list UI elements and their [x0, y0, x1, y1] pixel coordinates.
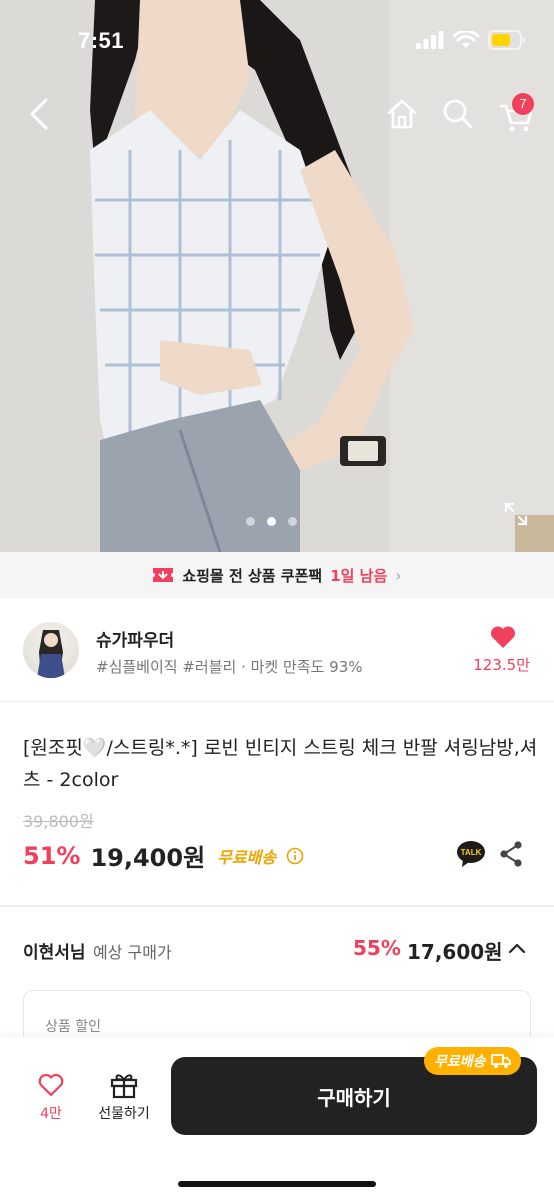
coupon-banner[interactable]: 쇼핑몰 전 상품 쿠폰팩 1일 남음 ›	[0, 552, 554, 598]
status-bar: 7:51	[0, 0, 554, 84]
like-count: 4만	[40, 1106, 62, 1122]
status-time: 7:51	[78, 28, 125, 53]
discount-section-label: 상품 할인	[45, 1019, 101, 1035]
store-tags: #심플베이직 #러블리 · 마켓 만족도 93%	[96, 658, 363, 676]
gift-label: 선물하기	[98, 1106, 150, 1122]
like-button[interactable]: 4만	[30, 1073, 72, 1123]
chevron-right-icon: ›	[395, 565, 402, 585]
svg-text:TALK: TALK	[461, 848, 482, 857]
back-button[interactable]	[22, 94, 58, 134]
home-indicator	[178, 1181, 376, 1187]
product-image[interactable]: 7:51 7	[0, 0, 554, 552]
member-price: 17,600원	[407, 940, 503, 964]
chevron-up-icon[interactable]	[507, 940, 527, 956]
pager-dot	[246, 517, 255, 526]
kakaotalk-icon[interactable]: TALK	[456, 840, 486, 868]
cart-count-badge: 7	[512, 93, 534, 115]
heart-icon[interactable]	[490, 625, 516, 649]
image-pager	[246, 517, 297, 526]
wifi-icon	[453, 30, 479, 48]
member-discount: 55%	[353, 936, 401, 960]
coupon-icon	[153, 568, 174, 582]
bottom-action-bar: 4만 선물하기 구매하기 무료배송	[0, 1037, 554, 1200]
price-row: 51% 19,400원 무료배송	[23, 838, 304, 873]
store-name[interactable]: 슈가파우더	[96, 626, 174, 651]
home-icon[interactable]	[384, 96, 420, 132]
free-shipping-label: 무료배송	[217, 847, 277, 867]
product-title: [원조핏🤍/스트링*.*] 로빈 빈티지 스트링 체크 반팔 셔링남방,셔츠 -…	[23, 737, 538, 791]
free-shipping-badge: 무료배송	[424, 1047, 521, 1075]
search-icon[interactable]	[440, 96, 476, 132]
truck-icon	[490, 1054, 511, 1068]
store-avatar[interactable]	[23, 622, 79, 678]
coupon-banner-text: 쇼핑몰 전 상품 쿠폰팩	[182, 566, 323, 585]
sale-price: 19,400원	[90, 844, 206, 872]
info-icon[interactable]	[286, 847, 304, 865]
gift-icon	[110, 1074, 138, 1099]
gift-button[interactable]: 선물하기	[92, 1069, 156, 1123]
member-name: 이현서님	[23, 943, 86, 963]
section-divider	[0, 905, 554, 907]
store-info[interactable]: 슈가파우더 #심플베이직 #러블리 · 마켓 만족도 93% 123.5만	[0, 598, 554, 702]
signal-icon	[416, 31, 444, 49]
pager-dot	[288, 517, 297, 526]
member-price-label: 예상 구매가	[93, 943, 172, 962]
expand-icon[interactable]	[502, 500, 530, 528]
store-favorites-count: 123.5만	[473, 656, 530, 674]
original-price: 39,800원	[23, 812, 94, 831]
pager-dot-active	[267, 517, 276, 526]
member-price-row[interactable]: 이현서님 예상 구매가 55% 17,600원	[23, 936, 533, 964]
share-icon[interactable]	[498, 840, 524, 868]
heart-outline-icon	[38, 1073, 64, 1097]
status-icons	[416, 30, 526, 50]
discount-rate: 51%	[23, 841, 81, 870]
free-shipping-badge-label: 무료배송	[434, 1054, 486, 1070]
avatar-image	[37, 630, 65, 678]
battery-icon	[488, 30, 525, 50]
coupon-banner-highlight: 1일 남음	[330, 566, 388, 585]
